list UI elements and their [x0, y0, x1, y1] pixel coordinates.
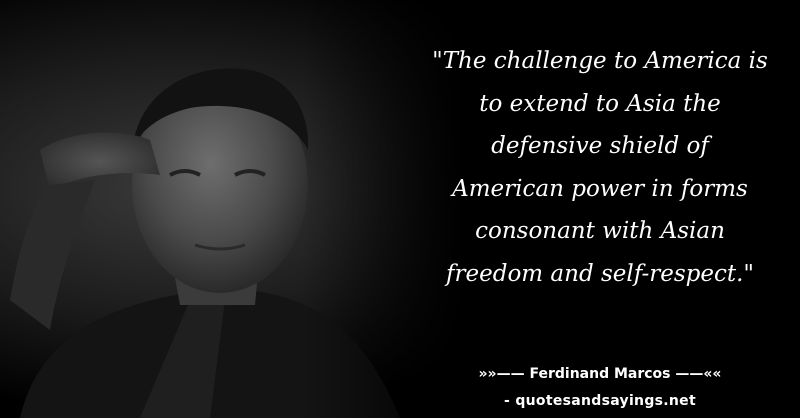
author-attribution: »»—— Ferdinand Marcos ——««: [478, 366, 722, 382]
quote-text: "The challenge to America is to extend t…: [415, 40, 785, 296]
quote-card: "The challenge to America is to extend t…: [0, 0, 800, 418]
quote-line: defensive shield of: [491, 133, 709, 160]
quote-line: "The challenge to America is: [432, 48, 768, 74]
quote-line: American power in forms: [452, 175, 748, 202]
site-credit: - quotesandsayings.net: [504, 393, 696, 409]
quote-line: freedom and self-respect.": [446, 260, 754, 287]
quote-line: consonant with Asian: [475, 218, 725, 245]
quote-line: to extend to Asia the: [479, 90, 721, 117]
